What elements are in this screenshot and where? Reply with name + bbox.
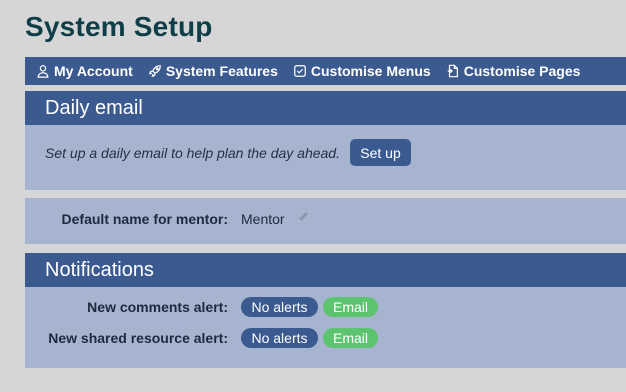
user-icon <box>35 63 51 79</box>
nav-customise-menus[interactable]: Customise Menus <box>292 63 431 79</box>
nav-customise-menus-label: Customise Menus <box>310 63 431 79</box>
mentor-label: Default name for mentor: <box>61 211 228 227</box>
daily-email-panel: Daily email Set up a daily email to help… <box>25 91 626 190</box>
nav-customise-pages-label: Customise Pages <box>463 63 581 79</box>
nav-customise-pages[interactable]: Customise Pages <box>445 63 581 79</box>
nav-my-account[interactable]: My Account <box>35 63 133 79</box>
notifications-panel: Notifications New comments alert: No ale… <box>25 253 626 368</box>
daily-email-header: Daily email <box>25 91 626 125</box>
comments-no-alerts-option[interactable]: No alerts <box>241 297 318 317</box>
notifications-header: Notifications <box>25 253 626 287</box>
pencil-icon[interactable] <box>295 209 311 225</box>
new-shared-resource-alert-label: New shared resource alert: <box>48 330 228 346</box>
new-comments-alert-label: New comments alert: <box>87 299 228 315</box>
shared-resource-email-option[interactable]: Email <box>323 328 378 348</box>
comments-email-option[interactable]: Email <box>323 297 378 317</box>
nav-my-account-label: My Account <box>54 63 133 79</box>
checkbox-icon <box>292 63 308 79</box>
page-title: System Setup <box>25 11 213 42</box>
shared-resource-no-alerts-option[interactable]: No alerts <box>241 328 318 348</box>
rocket-icon <box>147 63 163 79</box>
mentor-panel: Default name for mentor: Mentor <box>25 198 626 244</box>
nav-system-features-label: System Features <box>165 63 278 79</box>
mentor-value: Mentor <box>241 211 285 227</box>
set-up-button[interactable]: Set up <box>350 139 411 166</box>
daily-email-description: Set up a daily email to help plan the da… <box>45 145 340 161</box>
page-icon <box>445 63 461 79</box>
nav-system-features[interactable]: System Features <box>147 63 278 79</box>
main-navbar: My Account System Features Customise Men… <box>25 57 626 85</box>
